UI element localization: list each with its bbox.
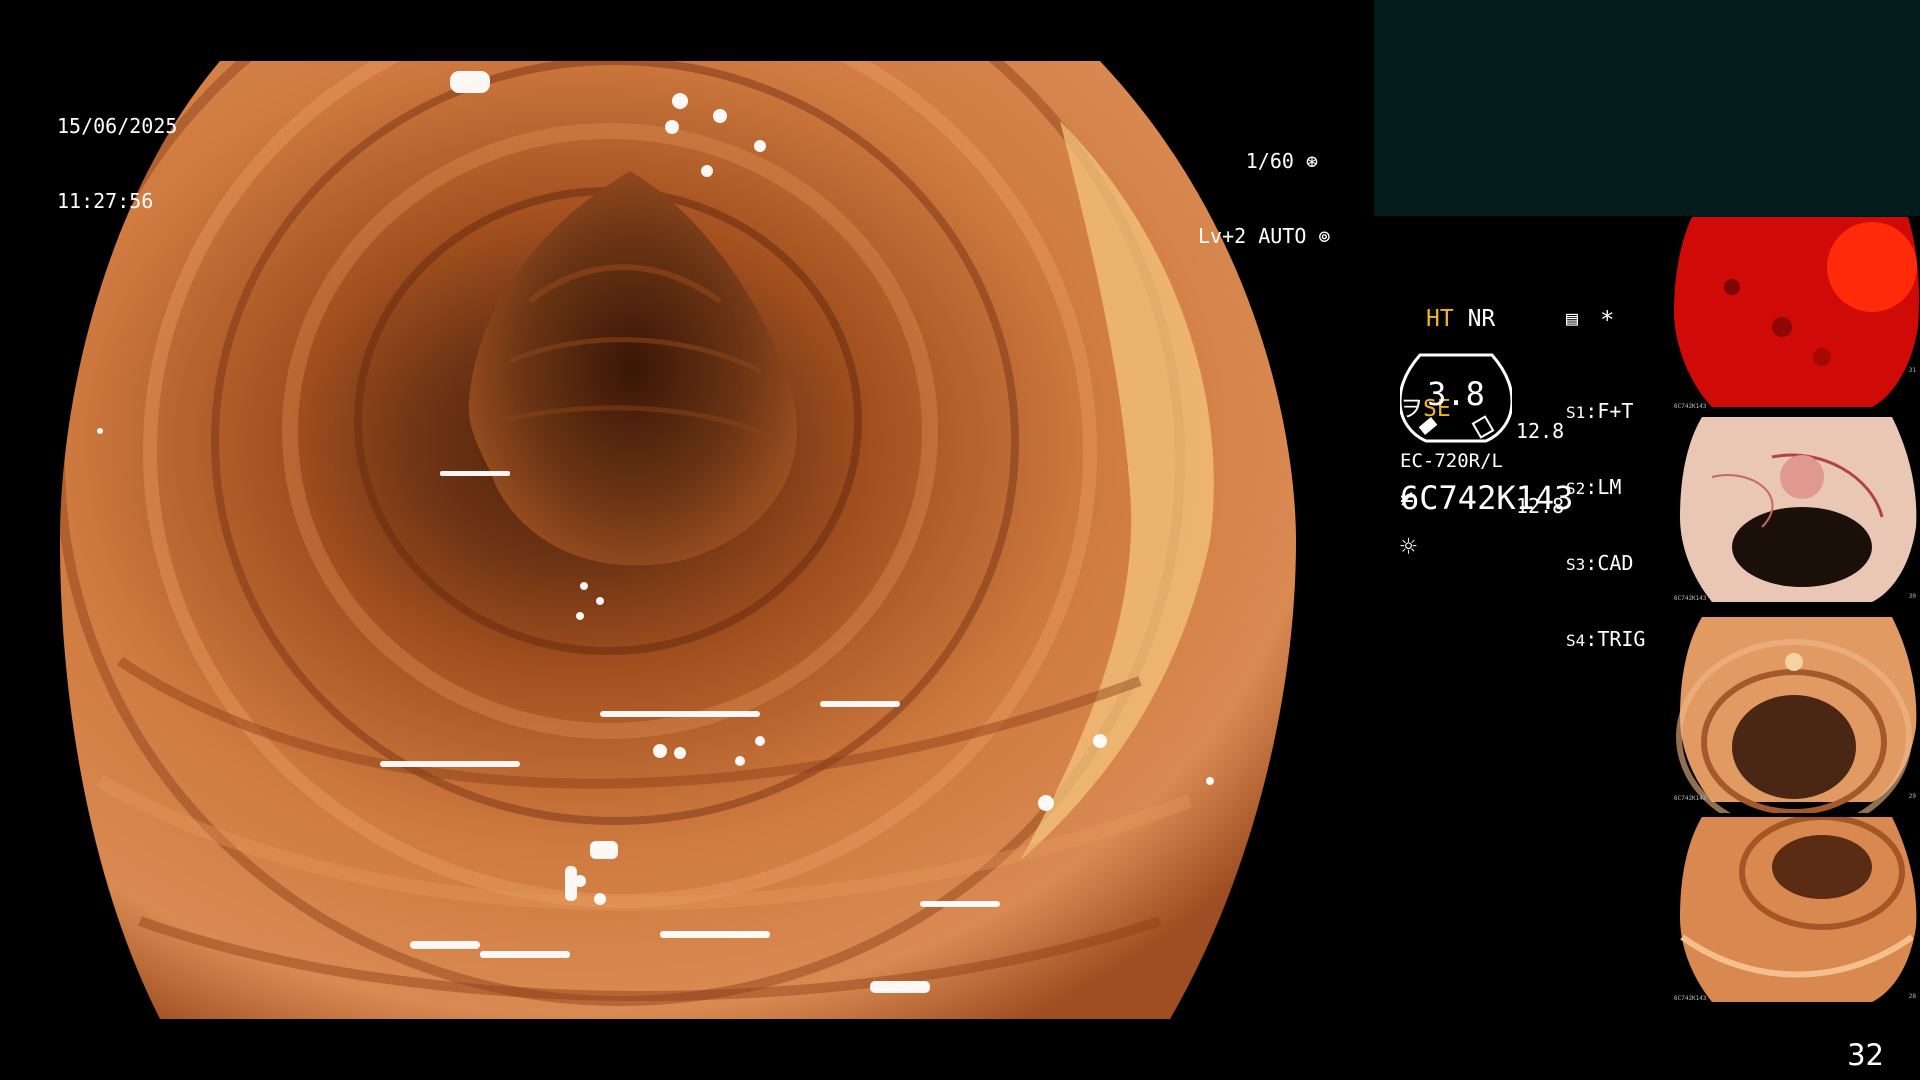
switch-list: S1:F+T S2:LM S3:CAD S4:TRIG [1566, 349, 1645, 678]
switch-item: S4:TRIG [1566, 627, 1646, 651]
datetime-overlay: 15/06/2025 11:27:56 [57, 64, 177, 239]
switch-item: S1:F+T [1566, 399, 1634, 423]
thumbnail-number: 31 [1908, 367, 1916, 374]
exposure-overlay: 1/60 ⊛ Lv+2 AUTO ⊚ [1198, 99, 1330, 274]
switch-item: S2:LM [1566, 475, 1622, 499]
thumbnail-lumen-folds[interactable]: 28 6C742K143 [1672, 817, 1920, 1013]
ht-label: HT [1426, 306, 1454, 332]
scale-top: 12.8 [1516, 419, 1565, 443]
shutter-label: 1/60 [1245, 149, 1294, 173]
thumbnail-number: 28 [1908, 993, 1916, 1000]
thumbnail-lumen-polyp[interactable]: 29 6C742K143 [1672, 617, 1920, 813]
iris-mode-label: Lv+2 AUTO [1198, 224, 1307, 248]
scope-serial: 6C742K143 [1400, 479, 1574, 517]
scope-gauge-icon: 3.8 [1398, 351, 1514, 443]
thumbnail-vascular-polyp[interactable]: 30 6C742K143 [1672, 417, 1920, 613]
thumbnail-serial: 6C742K143 [1674, 795, 1707, 802]
switch-item: S3:CAD [1566, 551, 1634, 575]
iris-icon: ⊚ [1306, 224, 1331, 248]
scope-model: EC-720R/L [1400, 450, 1503, 472]
shutter-icon: ⊛ [1293, 149, 1318, 173]
endoscopic-main-view [60, 61, 1296, 1019]
time-label: 11:27:56 [57, 189, 154, 213]
memory-icon: ▤ [1566, 306, 1579, 330]
light-icon: ☼ [1400, 530, 1417, 563]
asterisk-label: * [1600, 306, 1615, 334]
thumbnail-number: 30 [1908, 593, 1916, 600]
date-label: 15/06/2025 [57, 114, 178, 138]
page-number: 32 [1847, 1038, 1884, 1072]
thumbnail-red-bleeding[interactable]: 31 6C742K143 [1672, 217, 1920, 413]
thumbnail-number: 29 [1908, 793, 1916, 800]
info-panel-top [1374, 0, 1920, 216]
nr-label: NR [1467, 306, 1496, 332]
thumbnail-serial: 6C742K143 [1674, 595, 1707, 602]
thumbnail-serial: 6C742K143 [1674, 403, 1707, 410]
thumbnail-serial: 6C742K143 [1674, 995, 1707, 1002]
zoom-value: 3.8 [1427, 375, 1485, 413]
